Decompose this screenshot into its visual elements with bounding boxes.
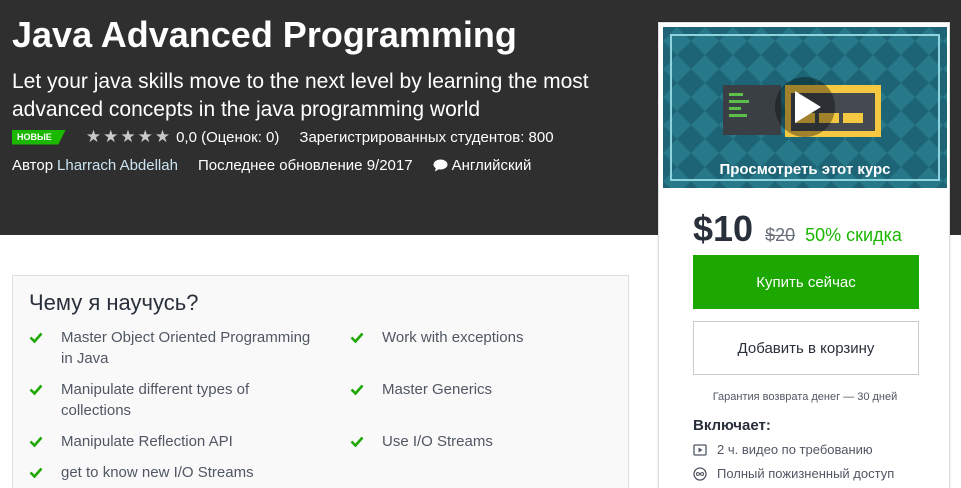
objective-item: Manipulate Reflection API: [29, 431, 319, 452]
objective-text: Master Object Oriented Programming in Ja…: [61, 329, 311, 367]
star-icon: ★: [103, 126, 119, 147]
star-icon: ★: [154, 126, 171, 147]
course-info-row: Автор Lharrach Abdellah Последнее обновл…: [12, 155, 531, 175]
check-icon: [29, 332, 43, 344]
course-meta-row: НОВЫЕ ★ ★ ★ ★ ★ 0,0 (Оценок: 0) Зарегист…: [12, 127, 554, 147]
author-prefix: Автор: [12, 156, 54, 174]
objective-text: get to know new I/O Streams: [61, 464, 254, 481]
course-language: Английский: [451, 156, 532, 174]
check-icon: [350, 436, 364, 448]
check-icon: [350, 332, 364, 344]
star-icon: ★: [137, 126, 153, 147]
objective-item: Master Object Oriented Programming in Ja…: [29, 327, 319, 369]
video-icon: [693, 443, 707, 456]
objective-text: Work with exceptions: [382, 329, 524, 346]
check-icon: [350, 384, 364, 396]
add-to-cart-button[interactable]: Добавить в корзину: [693, 321, 919, 375]
course-preview[interactable]: Просмотреть этот курс: [663, 27, 947, 188]
learn-heading: Чему я научусь?: [29, 290, 199, 315]
star-rating: ★ ★ ★ ★ ★: [85, 126, 171, 147]
objective-item: Work with exceptions: [350, 327, 620, 348]
objective-item: Use I/O Streams: [350, 431, 620, 452]
objective-text: Manipulate different types of collection…: [61, 381, 250, 419]
new-badge: НОВЫЕ: [12, 129, 66, 145]
buy-now-button[interactable]: Купить сейчас: [693, 255, 919, 309]
includes-text: 2 ч. видео по требованию: [717, 442, 873, 457]
includes-item: 2 ч. видео по требованию: [693, 442, 873, 457]
objective-item: Manipulate different types of collection…: [29, 379, 319, 421]
objective-text: Manipulate Reflection API: [61, 433, 233, 450]
infinity-icon: [693, 466, 707, 481]
includes-item: Полный пожизненный доступ: [693, 466, 894, 481]
objective-item: Master Generics: [350, 379, 620, 400]
price-row: $10 $20 50% скидка: [693, 208, 902, 250]
includes-heading: Включает:: [693, 417, 771, 434]
course-title: Java Advanced Programming: [12, 14, 517, 55]
star-icon: ★: [120, 126, 136, 147]
last-updated: Последнее обновление 9/2017: [197, 156, 413, 174]
check-icon: [29, 467, 43, 479]
rating-text[interactable]: 0,0 (Оценок: 0): [176, 129, 279, 146]
check-icon: [29, 436, 43, 448]
check-icon: [29, 384, 43, 396]
discount-label: 50% скидка: [805, 225, 902, 245]
preview-label: Просмотреть этот курс: [719, 161, 891, 178]
students-count: Зарегистрированных студентов: 800: [299, 128, 554, 146]
course-subtitle: Let your java skills move to the next le…: [12, 70, 589, 121]
current-price: $10: [693, 208, 754, 249]
what-you-will-learn: Чему я научусь? Master Object Oriented P…: [12, 275, 629, 488]
objective-item: get to know new I/O Streams: [29, 462, 319, 483]
includes-text: Полный пожизненный доступ: [717, 466, 895, 481]
original-price: $20: [765, 225, 796, 245]
speech-bubble-icon: [433, 159, 448, 171]
objective-text: Use I/O Streams: [382, 433, 493, 450]
star-icon: ★: [85, 126, 102, 147]
purchase-sidebar: Просмотреть этот курс $10 $20 50% скидка…: [658, 22, 950, 488]
objective-text: Master Generics: [382, 381, 493, 398]
money-back-guarantee: Гарантия возврата денег — 30 дней: [712, 391, 898, 403]
author-link[interactable]: Lharrach Abdellah: [57, 157, 178, 174]
